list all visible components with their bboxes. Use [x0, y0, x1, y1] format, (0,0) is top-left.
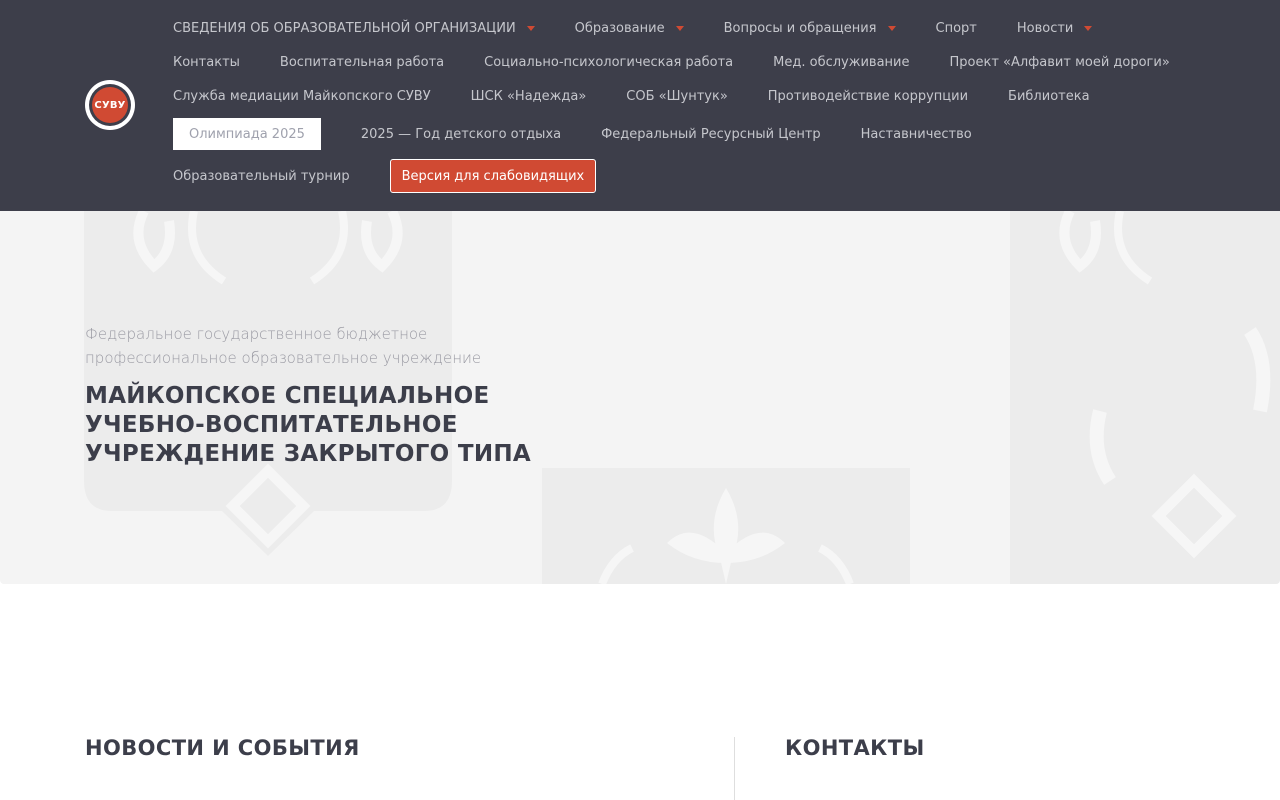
- hero-subtitle-line: Федеральное государственное бюджетное: [85, 325, 428, 343]
- section-divider: [734, 737, 735, 800]
- nav-item-questions[interactable]: Вопросы и обращения: [724, 21, 896, 36]
- hero-title-line: УЧРЕЖДЕНИЕ ЗАКРЫТОГО ТИПА: [85, 441, 532, 467]
- emblem-center-icon: [542, 468, 910, 584]
- nav-item-resource-center[interactable]: Федеральный Ресурсный Центр: [601, 127, 821, 142]
- nav-item-anticorruption[interactable]: Противодействие коррупции: [768, 89, 968, 104]
- nav-item-mentoring[interactable]: Наставничество: [861, 127, 972, 142]
- contacts-section-title: КОНТАКТЫ: [785, 736, 925, 760]
- nav-item-sport[interactable]: Спорт: [936, 21, 977, 36]
- nav-item-social-psych[interactable]: Социально-психологическая работа: [484, 55, 733, 70]
- nav-item-mediation[interactable]: Служба медиации Майкопского СУВУ: [173, 89, 431, 104]
- nav-item-org-info[interactable]: СВЕДЕНИЯ ОБ ОБРАЗОВАТЕЛЬНОЙ ОРГАНИЗАЦИИ: [173, 21, 535, 36]
- nav-item-tournament[interactable]: Образовательный турнир: [173, 169, 350, 184]
- nav-row-3: Служба медиации Майкопского СУВУ ШСК «На…: [173, 86, 1130, 106]
- nav-item-upbringing[interactable]: Воспитательная работа: [280, 55, 444, 70]
- nav-row-4: Олимпиада 2025 2025 — Год детского отдых…: [173, 118, 1012, 150]
- hero-subtitle-line: профессиональное образовательное учрежде…: [85, 349, 482, 367]
- hero-banner: Федеральное государственное бюджетное пр…: [0, 211, 1280, 584]
- nav-row-2: Контакты Воспитательная работа Социально…: [173, 52, 1210, 72]
- chevron-down-icon: [675, 26, 684, 31]
- nav-item-news[interactable]: Новости: [1017, 21, 1093, 36]
- nav-item-library[interactable]: Библиотека: [1008, 89, 1090, 104]
- emblem-right-icon: [1010, 211, 1280, 584]
- nav-item-label: Новости: [1016, 20, 1074, 36]
- hero-title-line: УЧЕБНО-ВОСПИТАТЕЛЬНОЕ: [85, 412, 458, 438]
- nav-item-olympiad[interactable]: Олимпиада 2025: [173, 118, 321, 150]
- nav-item-sports-club[interactable]: ШСК «Надежда»: [471, 89, 587, 104]
- nav-item-education[interactable]: Образование: [575, 21, 684, 36]
- nav-row-5: Образовательный турнир Версия для слабов…: [173, 159, 597, 193]
- nav-item-sob[interactable]: СОБ «Шунтук»: [626, 89, 727, 104]
- chevron-down-icon: [887, 26, 896, 31]
- accessibility-version-button[interactable]: Версия для слабовидящих: [389, 159, 597, 193]
- nav-item-contacts[interactable]: Контакты: [173, 55, 240, 70]
- nav-item-alphabet-project[interactable]: Проект «Алфавит моей дороги»: [949, 55, 1169, 70]
- site-logo[interactable]: СУВУ: [85, 80, 135, 130]
- nav-row-1: СВЕДЕНИЯ ОБ ОБРАЗОВАТЕЛЬНОЙ ОРГАНИЗАЦИИ …: [173, 18, 1132, 38]
- nav-item-medical[interactable]: Мед. обслуживание: [773, 55, 909, 70]
- nav-item-label: Вопросы и обращения: [723, 20, 877, 36]
- nav-item-children-year[interactable]: 2025 — Год детского отдыха: [361, 127, 561, 142]
- logo-badge: СУВУ: [92, 87, 128, 123]
- hero-subtitle: Федеральное государственное бюджетное пр…: [85, 322, 565, 370]
- hero-title-line: МАЙКОПСКОЕ СПЕЦИАЛЬНОЕ: [85, 383, 490, 409]
- chevron-down-icon: [526, 26, 535, 31]
- chevron-down-icon: [1084, 26, 1093, 31]
- nav-item-label: Образование: [574, 20, 665, 36]
- news-section-title: НОВОСТИ И СОБЫТИЯ: [85, 736, 360, 760]
- logo-ring: СУВУ: [89, 84, 131, 126]
- nav-item-label: СВЕДЕНИЯ ОБ ОБРАЗОВАТЕЛЬНОЙ ОРГАНИЗАЦИИ: [173, 20, 516, 36]
- hero-text: Федеральное государственное бюджетное пр…: [85, 322, 565, 469]
- site-header: СУВУ СВЕДЕНИЯ ОБ ОБРАЗОВАТЕЛЬНОЙ ОРГАНИЗ…: [0, 0, 1280, 211]
- nav-item-label: Спорт: [935, 20, 977, 36]
- hero-title: МАЙКОПСКОЕ СПЕЦИАЛЬНОЕ УЧЕБНО-ВОСПИТАТЕЛ…: [85, 382, 565, 469]
